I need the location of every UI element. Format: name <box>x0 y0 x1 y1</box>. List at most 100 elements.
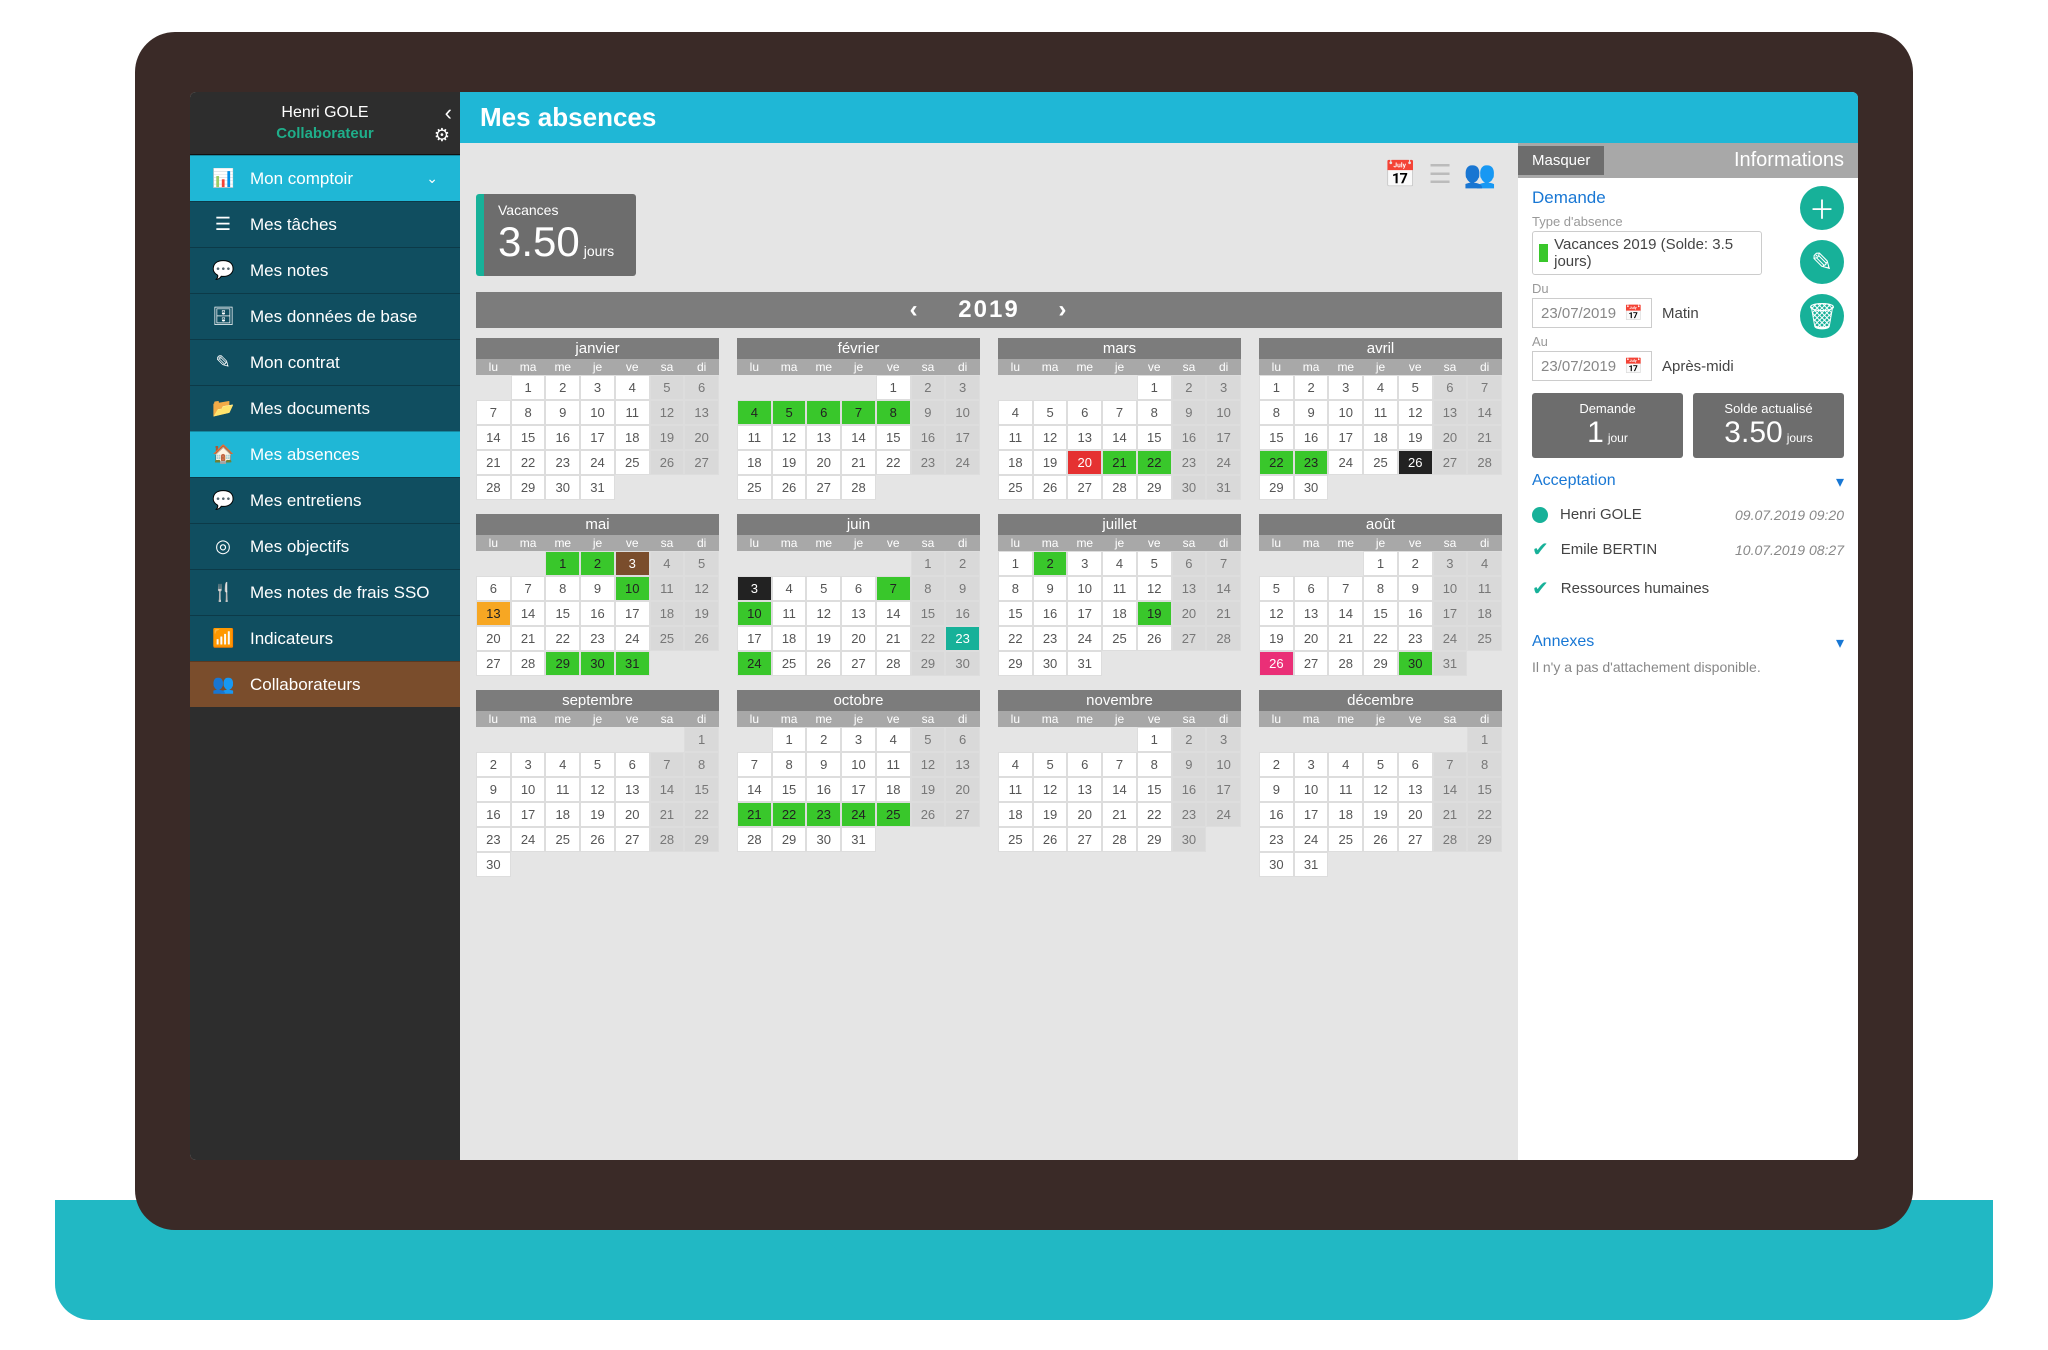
day-cell[interactable]: 4 <box>737 400 772 425</box>
day-cell[interactable]: 26 <box>911 802 946 827</box>
day-cell[interactable]: 17 <box>580 425 615 450</box>
day-cell[interactable]: 31 <box>1206 475 1241 500</box>
sidebar-item-9[interactable]: 🍴Mes notes de frais SSO <box>190 569 460 615</box>
day-cell[interactable]: 9 <box>1259 777 1294 802</box>
day-cell[interactable]: 18 <box>615 425 650 450</box>
day-cell[interactable]: 10 <box>1206 400 1241 425</box>
day-cell[interactable]: 15 <box>876 425 911 450</box>
day-cell[interactable]: 30 <box>945 651 980 676</box>
day-cell[interactable]: 3 <box>580 375 615 400</box>
day-cell[interactable]: 27 <box>615 827 650 852</box>
day-cell[interactable]: 8 <box>1137 400 1172 425</box>
day-cell[interactable]: 24 <box>1206 450 1241 475</box>
day-cell[interactable]: 20 <box>684 425 719 450</box>
day-cell[interactable]: 26 <box>1398 450 1433 475</box>
day-cell[interactable]: 28 <box>737 827 772 852</box>
day-cell[interactable]: 23 <box>806 802 841 827</box>
day-cell[interactable]: 8 <box>998 576 1033 601</box>
day-cell[interactable]: 3 <box>1294 752 1329 777</box>
day-cell[interactable]: 17 <box>737 626 772 651</box>
day-cell[interactable]: 1 <box>545 551 580 576</box>
day-cell[interactable]: 25 <box>737 475 772 500</box>
gear-icon[interactable]: ⚙ <box>434 125 450 146</box>
day-cell[interactable]: 13 <box>1398 777 1433 802</box>
day-cell[interactable]: 17 <box>1206 425 1241 450</box>
day-cell[interactable]: 16 <box>1033 601 1068 626</box>
collapse-icon[interactable]: ▾ <box>1836 472 1844 492</box>
day-cell[interactable]: 4 <box>1363 375 1398 400</box>
day-cell[interactable]: 20 <box>1067 802 1102 827</box>
day-cell[interactable]: 24 <box>1206 802 1241 827</box>
day-cell[interactable]: 8 <box>545 576 580 601</box>
day-cell[interactable]: 7 <box>737 752 772 777</box>
day-cell[interactable]: 7 <box>1433 752 1468 777</box>
day-cell[interactable]: 30 <box>806 827 841 852</box>
day-cell[interactable]: 29 <box>511 475 546 500</box>
day-cell[interactable]: 20 <box>1067 450 1102 475</box>
day-cell[interactable]: 14 <box>1102 777 1137 802</box>
day-cell[interactable]: 29 <box>1137 475 1172 500</box>
day-cell[interactable]: 3 <box>511 752 546 777</box>
day-cell[interactable]: 13 <box>1067 777 1102 802</box>
day-cell[interactable]: 19 <box>1033 450 1068 475</box>
day-cell[interactable]: 5 <box>1137 551 1172 576</box>
day-cell[interactable]: 1 <box>998 551 1033 576</box>
day-cell[interactable]: 1 <box>911 551 946 576</box>
day-cell[interactable]: 19 <box>772 450 807 475</box>
day-cell[interactable]: 29 <box>684 827 719 852</box>
day-cell[interactable]: 1 <box>684 727 719 752</box>
day-cell[interactable]: 10 <box>1067 576 1102 601</box>
day-cell[interactable]: 30 <box>545 475 580 500</box>
day-cell[interactable]: 19 <box>1033 802 1068 827</box>
day-cell[interactable]: 27 <box>1172 626 1207 651</box>
day-cell[interactable]: 30 <box>1172 827 1207 852</box>
day-cell[interactable]: 29 <box>1467 827 1502 852</box>
day-cell[interactable]: 20 <box>476 626 511 651</box>
day-cell[interactable]: 26 <box>1033 827 1068 852</box>
day-cell[interactable]: 11 <box>650 576 685 601</box>
day-cell[interactable]: 16 <box>806 777 841 802</box>
day-cell[interactable]: 30 <box>476 852 511 877</box>
day-cell[interactable]: 30 <box>1398 651 1433 676</box>
day-cell[interactable]: 29 <box>545 651 580 676</box>
day-cell[interactable]: 9 <box>476 777 511 802</box>
day-cell[interactable]: 4 <box>772 576 807 601</box>
day-cell[interactable]: 22 <box>1467 802 1502 827</box>
day-cell[interactable]: 10 <box>511 777 546 802</box>
day-cell[interactable]: 13 <box>841 601 876 626</box>
day-cell[interactable]: 10 <box>841 752 876 777</box>
sidebar-item-2[interactable]: 💬Mes notes <box>190 247 460 293</box>
day-cell[interactable]: 27 <box>476 651 511 676</box>
day-cell[interactable]: 23 <box>545 450 580 475</box>
day-cell[interactable]: 3 <box>1433 551 1468 576</box>
day-cell[interactable]: 25 <box>998 475 1033 500</box>
day-cell[interactable]: 2 <box>580 551 615 576</box>
day-cell[interactable]: 22 <box>998 626 1033 651</box>
day-cell[interactable]: 14 <box>476 425 511 450</box>
day-cell[interactable]: 14 <box>876 601 911 626</box>
day-cell[interactable]: 25 <box>545 827 580 852</box>
day-cell[interactable]: 24 <box>511 827 546 852</box>
day-cell[interactable]: 24 <box>945 450 980 475</box>
day-cell[interactable]: 23 <box>580 626 615 651</box>
day-cell[interactable]: 17 <box>1067 601 1102 626</box>
day-cell[interactable]: 2 <box>545 375 580 400</box>
day-cell[interactable]: 19 <box>911 777 946 802</box>
day-cell[interactable]: 19 <box>580 802 615 827</box>
day-cell[interactable]: 22 <box>684 802 719 827</box>
day-cell[interactable]: 26 <box>1137 626 1172 651</box>
day-cell[interactable]: 11 <box>998 425 1033 450</box>
day-cell[interactable]: 21 <box>650 802 685 827</box>
day-cell[interactable]: 7 <box>1467 375 1502 400</box>
day-cell[interactable]: 9 <box>545 400 580 425</box>
day-cell[interactable]: 4 <box>998 400 1033 425</box>
day-cell[interactable]: 16 <box>476 802 511 827</box>
day-cell[interactable]: 31 <box>1067 651 1102 676</box>
day-cell[interactable]: 2 <box>1259 752 1294 777</box>
day-cell[interactable]: 11 <box>998 777 1033 802</box>
day-cell[interactable]: 9 <box>1294 400 1329 425</box>
day-cell[interactable]: 19 <box>1363 802 1398 827</box>
next-year-icon[interactable]: › <box>1058 296 1068 323</box>
day-cell[interactable]: 8 <box>1137 752 1172 777</box>
day-cell[interactable]: 12 <box>806 601 841 626</box>
